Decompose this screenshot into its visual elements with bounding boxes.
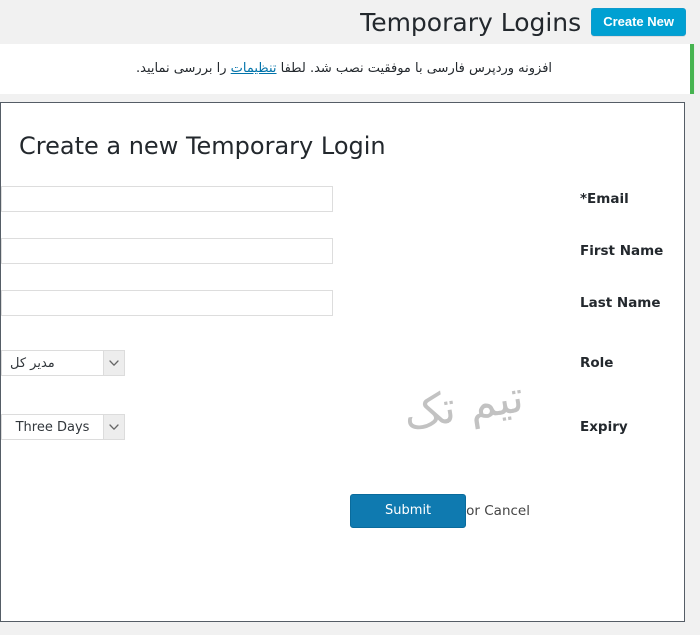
first-name-field-cell <box>1 238 562 265</box>
chevron-down-icon <box>103 351 124 376</box>
first-name-label: First Name <box>580 243 664 260</box>
role-select[interactable]: مدیر کل <box>1 350 125 377</box>
cancel-link[interactable]: or Cancel <box>466 503 530 519</box>
temporary-login-form-panel: تیم تک Create a new Temporary Login *Ema… <box>0 102 685 622</box>
form-row-role: Role مدیر کل <box>1 350 684 377</box>
form-row-email: *Email <box>1 186 684 213</box>
page-title: Temporary Logins <box>360 7 582 37</box>
success-notice: افزونه وردپرس فارسی با موفقیت نصب شد. لط… <box>0 44 694 94</box>
submit-field-cell: Submit or Cancel <box>1 494 562 528</box>
role-select-value: مدیر کل <box>10 355 55 371</box>
form-row-expiry: Expiry Three Days <box>1 414 684 441</box>
page-header: Temporary Logins Create New <box>0 0 700 44</box>
first-name-input[interactable] <box>1 238 333 265</box>
role-field-cell: مدیر کل <box>1 350 562 377</box>
form-fields-container: *Email First Name Last Name Role مدیر کل… <box>1 186 684 528</box>
form-row-submit: Submit or Cancel <box>1 494 684 528</box>
chevron-down-icon <box>103 415 124 440</box>
expiry-label: Expiry <box>580 419 628 436</box>
form-heading: Create a new Temporary Login <box>19 132 386 160</box>
notice-spacer <box>0 94 700 102</box>
last-name-field-cell <box>1 290 562 317</box>
last-name-input[interactable] <box>1 290 333 317</box>
email-input[interactable] <box>1 186 333 213</box>
form-row-first-name: First Name <box>1 238 684 265</box>
create-new-button[interactable]: Create New <box>591 7 686 37</box>
role-label: Role <box>580 355 614 372</box>
notice-text: افزونه وردپرس فارسی با موفقیت نصب شد. لط… <box>136 59 552 80</box>
email-label: *Email <box>580 191 629 208</box>
notice-text-after: را بررسی نمایید. <box>135 60 231 76</box>
form-row-last-name: Last Name <box>1 290 684 317</box>
submit-button[interactable]: Submit <box>350 494 467 528</box>
last-name-label: Last Name <box>580 295 661 312</box>
expiry-field-cell: Three Days <box>1 414 562 441</box>
notice-settings-link[interactable]: تنظیمات <box>231 61 277 76</box>
email-field-cell <box>1 186 562 213</box>
expiry-select-value: Three Days <box>15 419 90 435</box>
notice-text-before: افزونه وردپرس فارسی با موفقیت نصب شد. لط… <box>276 60 553 76</box>
expiry-select[interactable]: Three Days <box>1 414 125 441</box>
